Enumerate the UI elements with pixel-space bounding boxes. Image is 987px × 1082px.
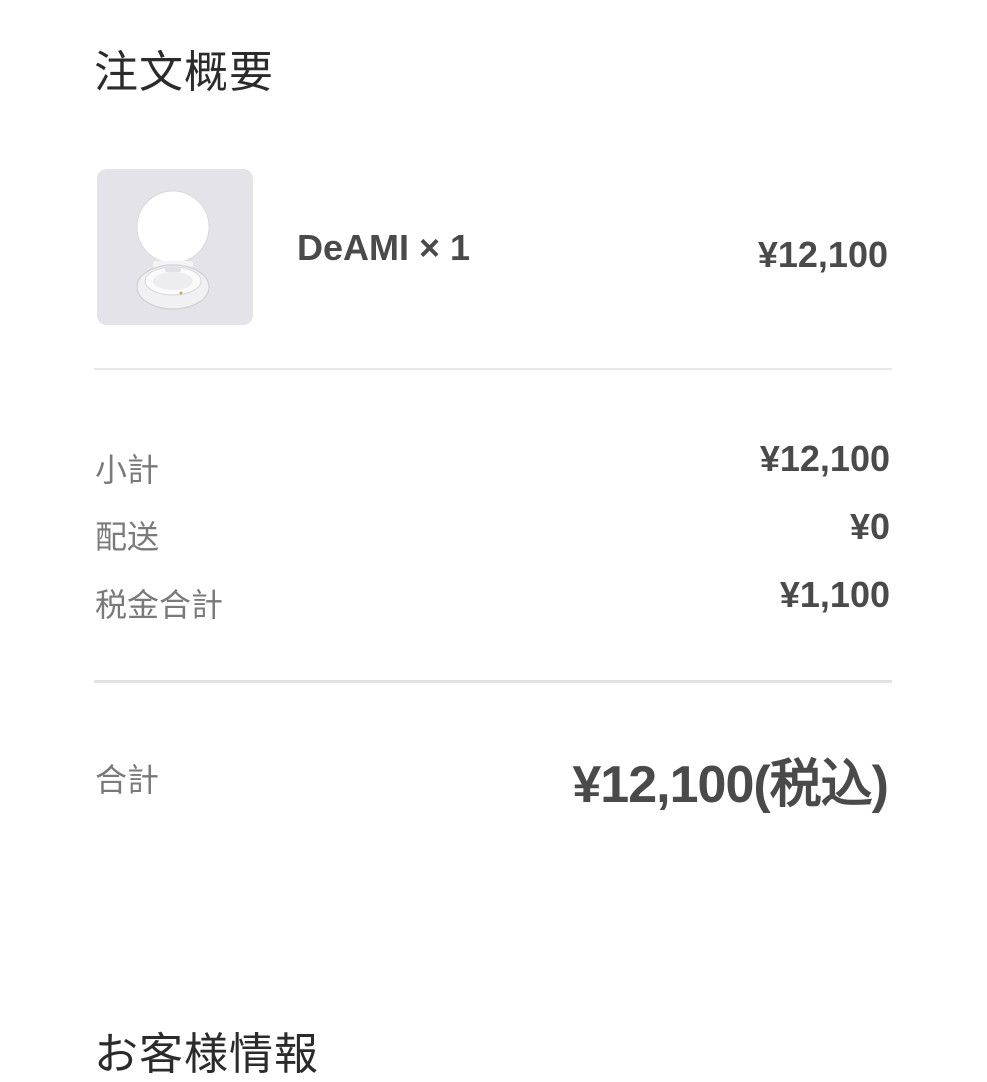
order-summary-title: 注文概要 <box>94 47 274 98</box>
grand-total-label: 合計 <box>95 761 160 799</box>
subtotal-value: ¥12,100 <box>759 438 890 479</box>
subtotal-label: 小計 <box>95 451 160 489</box>
product-thumbnail[interactable] <box>97 169 253 325</box>
line-item-name: DeAMI × 1 <box>297 227 471 268</box>
divider <box>94 368 892 370</box>
customer-info-title: お客様情報 <box>94 1029 319 1080</box>
tax-total-label: 税金合計 <box>95 586 224 624</box>
line-item-price: ¥12,100 <box>757 234 888 275</box>
divider <box>94 680 892 683</box>
tax-total-value: ¥1,100 <box>779 574 890 615</box>
grand-total-value: ¥12,100(税込) <box>572 756 889 814</box>
shipping-value: ¥0 <box>849 506 890 547</box>
cushion-compact-product-image <box>97 169 253 325</box>
shipping-label: 配送 <box>95 518 160 556</box>
